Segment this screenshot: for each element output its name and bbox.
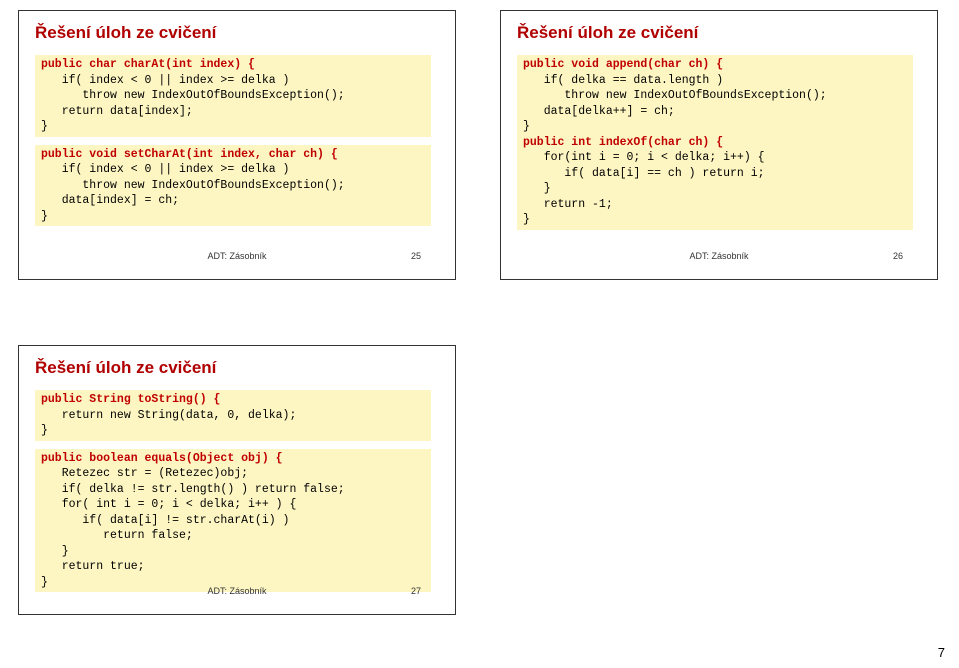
code-line: if( index < 0 || index >= delka ) bbox=[35, 162, 431, 178]
code-line: if( delka == data.length ) bbox=[517, 73, 913, 89]
code-line: Retezec str = (Retezec)obj; bbox=[35, 466, 431, 482]
code-block-tostring: public String toString() { return new St… bbox=[35, 390, 431, 441]
slide-content: Řešení úloh ze cvičení public String toS… bbox=[35, 358, 439, 602]
footer-label: ADT: Zásobník bbox=[207, 251, 266, 261]
code-line: for( int i = 0; i < delka; i++ ) { bbox=[35, 497, 431, 513]
code-block-setcharat: public void setCharAt(int index, char ch… bbox=[35, 145, 431, 227]
code-line: } bbox=[517, 119, 913, 135]
slide-title: Řešení úloh ze cvičení bbox=[517, 23, 921, 43]
code-block-charat: public char charAt(int index) { if( inde… bbox=[35, 55, 431, 137]
code-line: data[index] = ch; bbox=[35, 193, 431, 209]
slide-title: Řešení úloh ze cvičení bbox=[35, 358, 439, 378]
code-line: } bbox=[517, 181, 913, 197]
slide-26: Řešení úloh ze cvičení public void appen… bbox=[500, 10, 938, 280]
code-line: for(int i = 0; i < delka; i++) { bbox=[517, 150, 913, 166]
slide-title: Řešení úloh ze cvičení bbox=[35, 23, 439, 43]
code-line: throw new IndexOutOfBoundsException(); bbox=[35, 178, 431, 194]
code-line: return true; bbox=[35, 559, 431, 575]
slide-footer: ADT: Zásobník 26 bbox=[517, 251, 921, 261]
code-line: if( index < 0 || index >= delka ) bbox=[35, 73, 431, 89]
code-line: } bbox=[35, 423, 431, 439]
slide-content: Řešení úloh ze cvičení public char charA… bbox=[35, 23, 439, 267]
code-line: public int indexOf(char ch) { bbox=[517, 135, 913, 151]
code-line: return false; bbox=[35, 528, 431, 544]
code-line: public String toString() { bbox=[35, 392, 431, 408]
footer-label: ADT: Zásobník bbox=[689, 251, 748, 261]
code-line: if( delka != str.length() ) return false… bbox=[35, 482, 431, 498]
code-line: data[delka++] = ch; bbox=[517, 104, 913, 120]
code-line: } bbox=[35, 544, 431, 560]
code-block-equals: public boolean equals(Object obj) { Rete… bbox=[35, 449, 431, 593]
code-line: throw new IndexOutOfBoundsException(); bbox=[517, 88, 913, 104]
footer-number: 26 bbox=[893, 251, 903, 261]
code-line: } bbox=[35, 209, 431, 225]
code-line: if( data[i] != str.charAt(i) ) bbox=[35, 513, 431, 529]
slide-content: Řešení úloh ze cvičení public void appen… bbox=[517, 23, 921, 267]
code-line: } bbox=[517, 212, 913, 228]
page-number: 7 bbox=[938, 645, 945, 660]
code-line: } bbox=[35, 119, 431, 135]
code-line: return -1; bbox=[517, 197, 913, 213]
slide-footer: ADT: Zásobník 27 bbox=[35, 586, 439, 596]
slide-27: Řešení úloh ze cvičení public String toS… bbox=[18, 345, 456, 615]
code-line: return new String(data, 0, delka); bbox=[35, 408, 431, 424]
code-block-append-indexof: public void append(char ch) { if( delka … bbox=[517, 55, 913, 230]
code-line: public char charAt(int index) { bbox=[35, 57, 431, 73]
slide-25: Řešení úloh ze cvičení public char charA… bbox=[18, 10, 456, 280]
code-line: public void append(char ch) { bbox=[517, 57, 913, 73]
code-line: if( data[i] == ch ) return i; bbox=[517, 166, 913, 182]
code-line: public void setCharAt(int index, char ch… bbox=[35, 147, 431, 163]
footer-number: 25 bbox=[411, 251, 421, 261]
code-line: return data[index]; bbox=[35, 104, 431, 120]
code-line: public boolean equals(Object obj) { bbox=[35, 451, 431, 467]
code-line: throw new IndexOutOfBoundsException(); bbox=[35, 88, 431, 104]
footer-number: 27 bbox=[411, 586, 421, 596]
slide-footer: ADT: Zásobník 25 bbox=[35, 251, 439, 261]
footer-label: ADT: Zásobník bbox=[207, 586, 266, 596]
